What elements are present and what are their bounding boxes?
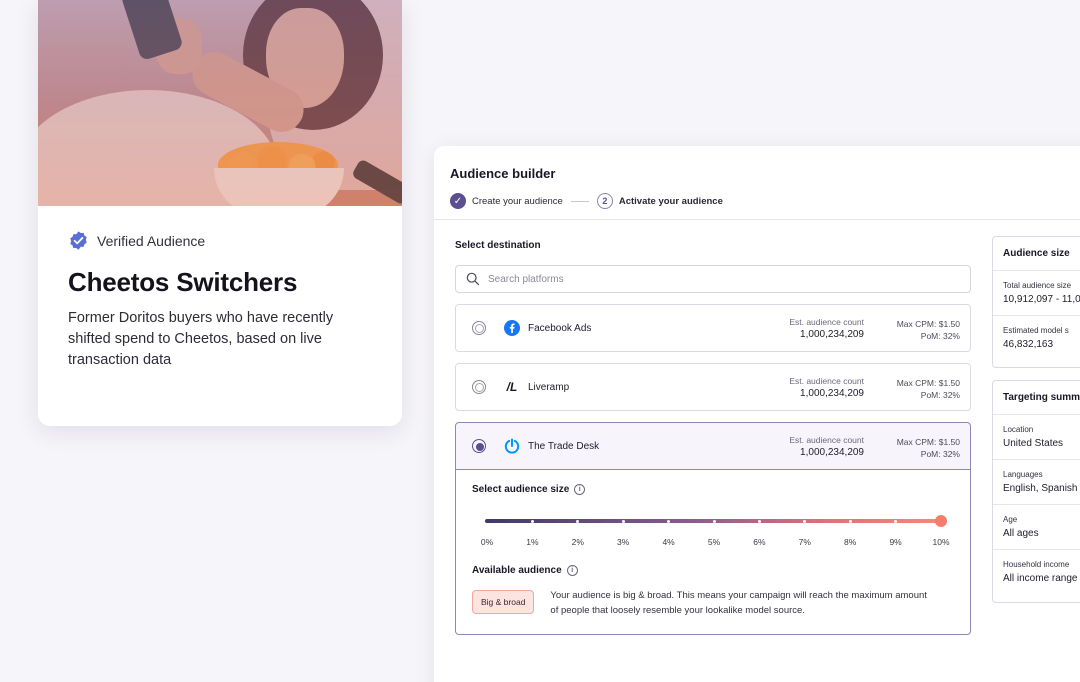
pom: PoM: 32% [920, 331, 960, 341]
available-audience-label: Available audience [472, 565, 562, 576]
slider-handle[interactable] [935, 515, 947, 527]
slider-tick [530, 520, 534, 523]
select-destination-label: Select destination [455, 240, 541, 251]
location-value: United States [1003, 438, 1064, 449]
audience-size-heading: Select audience size i [472, 484, 954, 495]
location-label: Location [1003, 425, 1034, 434]
audience-size-slider[interactable]: 0% 1% 2% 3% 4% 5% 6% 7% 8% 9% 10% [472, 513, 954, 547]
slider-tick [712, 520, 716, 523]
search-icon [466, 272, 480, 286]
est-count-value: 1,000,234,209 [800, 329, 864, 340]
platform-option-facebook[interactable]: Facebook Ads Est. audience count 1,000,2… [455, 304, 971, 352]
est-count-label: Est. audience count [789, 435, 864, 445]
check-icon: ✓ [450, 193, 466, 209]
max-cpm: Max CPM: $1.50 [896, 437, 960, 447]
slider-tick-label: 5% [707, 537, 721, 547]
trade-desk-icon [504, 438, 520, 454]
step-number: 2 [596, 193, 613, 209]
search-input[interactable] [488, 273, 928, 285]
max-cpm: Max CPM: $1.50 [896, 378, 960, 388]
estimated-model-size-value: 46,832,163 [1003, 339, 1054, 350]
targeting-summary-title: Targeting summ [993, 381, 1080, 415]
audience-size-card: Audience size Total audience size 10,912… [992, 236, 1080, 368]
total-audience-size-value: 10,912,097 - 11,02 [1003, 294, 1080, 305]
pom: PoM: 32% [920, 449, 960, 459]
est-count-value: 1,000,234,209 [800, 388, 864, 399]
est-count-value: 1,000,234,209 [800, 447, 864, 458]
audience-builder-panel: Audience builder ✓ Create your audience … [434, 146, 1080, 682]
step-create[interactable]: ✓ Create your audience [450, 193, 563, 209]
trade-desk-settings: Select audience size i 0% 1% 2% 3% 4% 5% 6% 7% 8… [455, 470, 971, 635]
audience-card[interactable]: Verified Audience Cheetos Switchers Form… [38, 0, 402, 426]
builder-title: Audience builder [450, 166, 556, 181]
slider-tick-label: 1% [526, 537, 539, 547]
slider-tick [621, 520, 625, 523]
platform-radio[interactable] [472, 321, 486, 335]
step-activate[interactable]: 2 Activate your audience [596, 193, 723, 209]
audience-size-card-title: Audience size [993, 237, 1080, 271]
languages-value: English, Spanish [1003, 483, 1078, 494]
slider-tick-label: 8% [844, 537, 857, 547]
targeting-summary-card: Targeting summ Location United States La… [992, 380, 1080, 603]
slider-tick-label: 3% [617, 537, 630, 547]
household-income-value: All income range [1003, 573, 1078, 584]
audience-description: Former Doritos buyers who have recently … [68, 310, 334, 368]
audience-breadth-badge: Big & broad [472, 590, 535, 614]
available-audience-heading: Available audience i [472, 565, 954, 576]
step-label: Activate your audience [618, 195, 723, 207]
slider-tick [848, 520, 852, 523]
stepper: ✓ Create your audience 2 Activate your a… [450, 193, 1078, 209]
audience-photo [38, 0, 402, 206]
facebook-icon [504, 320, 520, 336]
step-label: Create your audience [472, 195, 563, 207]
platform-option-trade-desk[interactable]: The Trade Desk Est. audience count 1,000… [455, 422, 971, 470]
liveramp-icon: /L [506, 380, 518, 394]
pom: PoM: 32% [920, 390, 960, 400]
available-audience-text: Your audience is big & broad. This means… [550, 590, 927, 616]
verified-check-icon [70, 231, 87, 250]
slider-tick-label: 2% [571, 537, 584, 547]
slider-tick-label: 9% [889, 537, 902, 547]
languages-label: Languages [1003, 470, 1043, 479]
audience-size-label: Select audience size [472, 484, 570, 495]
slider-tick [757, 520, 761, 523]
est-count-label: Est. audience count [789, 317, 864, 327]
verified-label: Verified Audience [97, 232, 206, 249]
platform-radio-selected[interactable] [472, 439, 486, 453]
audience-title: Cheetos Switchers [68, 267, 298, 297]
slider-tick-label: 0% [480, 537, 494, 547]
platform-name: Liveramp [528, 381, 570, 393]
info-icon[interactable]: i [566, 565, 578, 576]
est-count-label: Est. audience count [789, 376, 864, 386]
platform-radio[interactable] [472, 380, 486, 394]
search-platforms[interactable] [455, 265, 971, 293]
household-income-label: Household income [1003, 560, 1070, 569]
info-icon[interactable]: i [574, 484, 586, 495]
slider-tick-label: 4% [662, 537, 675, 547]
step-connector [570, 200, 589, 202]
slider-tick-label: 6% [753, 537, 766, 547]
slider-tick-label: 7% [798, 537, 811, 547]
age-label: Age [1003, 515, 1018, 524]
age-value: All ages [1003, 528, 1039, 539]
total-audience-size-label: Total audience size [1003, 281, 1072, 290]
estimated-model-size-label: Estimated model s [1003, 326, 1069, 335]
slider-tick-label: 10% [932, 537, 950, 547]
verified-badge: Verified Audience [68, 230, 372, 251]
platform-name: The Trade Desk [528, 440, 600, 452]
platform-option-liveramp[interactable]: /L Liveramp Est. audience count 1,000,23… [455, 363, 971, 411]
max-cpm: Max CPM: $1.50 [896, 319, 960, 329]
platform-name: Facebook Ads [528, 322, 592, 334]
